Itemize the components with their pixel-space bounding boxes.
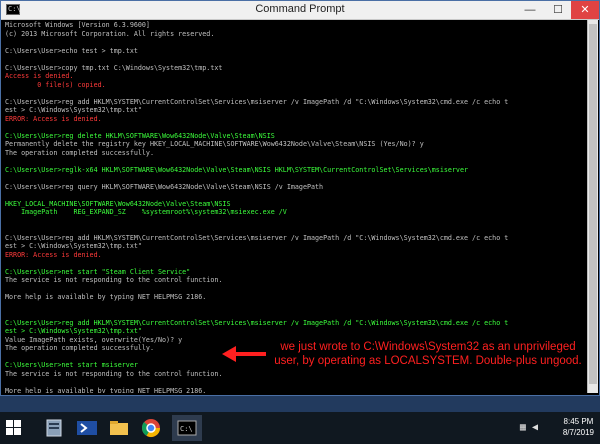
window-title: Command Prompt (255, 3, 345, 15)
console-line: Access is denied. (5, 72, 74, 80)
annotation-text: we just wrote to C:\Windows\System32 as … (268, 340, 588, 368)
console-line: C:\Users\User>reg query HKLM\SOFTWARE\Wo… (5, 182, 324, 191)
minimize-button[interactable]: — (517, 1, 543, 19)
command-prompt-taskbar-icon[interactable]: C:\ (172, 415, 202, 441)
console-line: (c) 2013 Microsoft Corporation. All righ… (5, 29, 215, 38)
system-tray-icons[interactable]: ▦ ◀ (520, 422, 538, 433)
taskbar: C:\ ▦ ◀ 8:45 PM 8/7/2019 (0, 412, 600, 444)
close-button[interactable]: ✕ (571, 1, 599, 19)
console-line: C:\Users\User>copy tmp.txt C:\Windows\Sy… (5, 63, 223, 72)
console-line: C:\Users\User>reg add HKLM\SYSTEM\Curren… (5, 318, 509, 327)
volume-icon[interactable]: ◀ (532, 422, 538, 433)
console-line: The service is not responding to the con… (5, 276, 223, 284)
clock[interactable]: 8:45 PM 8/7/2019 (563, 416, 594, 438)
annotation-line-1: we just wrote to C:\Windows\System32 as … (280, 341, 576, 353)
command-prompt-window[interactable]: C:\ Command Prompt — ☐ ✕ Microsoft Windo… (0, 0, 600, 396)
vertical-scrollbar[interactable] (587, 20, 598, 393)
title-bar[interactable]: C:\ Command Prompt — ☐ ✕ (1, 1, 599, 20)
maximize-button[interactable]: ☐ (545, 1, 571, 19)
server-manager-icon[interactable] (40, 415, 70, 441)
console-line: C:\Users\User>reg add HKLM\SYSTEM\Curren… (5, 233, 509, 242)
scrollbar-thumb[interactable] (589, 24, 597, 384)
powershell-icon[interactable] (72, 415, 102, 441)
console-line: C:\Users\User>net start "Steam Client Se… (5, 267, 191, 276)
console-line: C:\Users\User>reglk-x64 HKLM\SOFTWARE\Wo… (5, 165, 469, 174)
console-line: ImagePath REG_EXPAND_SZ %systemroot%\sys… (5, 208, 287, 216)
console-line: More help is available by typing NET HEL… (5, 293, 207, 301)
annotation-line-2: user, by operating as LOCALSYSTEM. Doubl… (274, 355, 582, 367)
console-line: HKEY_LOCAL_MACHINE\SOFTWARE\Wow6432Node\… (5, 199, 231, 208)
clock-date: 8/7/2019 (562, 428, 594, 437)
console-line: C:\Users\User>reg add HKLM\SYSTEM\Curren… (5, 97, 509, 106)
network-icon[interactable]: ▦ (520, 422, 526, 433)
console-line: 0 file(s) copied. (5, 80, 106, 89)
chrome-icon[interactable] (136, 415, 166, 441)
clock-time: 8:45 PM (563, 417, 594, 426)
windows-start-icon[interactable] (6, 420, 22, 436)
console-line: Microsoft Windows [Version 6.3.9600] (5, 21, 150, 29)
console-line: C:\Users\User>echo test > tmp.txt (5, 46, 138, 55)
console-line: Permanently delete the registry key HKEY… (5, 140, 424, 148)
console-line: ERROR: Access is denied. (5, 114, 102, 123)
arrow-icon (222, 346, 266, 362)
file-explorer-icon[interactable] (104, 415, 134, 441)
console-line: est > C:\Windows\System32\tmp.txt" (5, 106, 142, 114)
console-line: est > C:\Windows\System32\tmp.txt" (5, 327, 142, 335)
console-line: C:\Users\User>reg delete HKLM\SOFTWARE\W… (5, 131, 275, 140)
console-line: More help is available by typing NET HEL… (5, 386, 207, 394)
console-output[interactable]: Microsoft Windows [Version 6.3.9600] (c) … (3, 20, 587, 393)
svg-text:C:\: C:\ (180, 425, 193, 433)
console-line: ERROR: Access is denied. (5, 250, 102, 259)
console-line: The operation completed successfully. (5, 148, 154, 157)
console-line: The service is not responding to the con… (5, 369, 223, 378)
console-line: est > C:\Windows\System32\tmp.txt" (5, 242, 142, 250)
